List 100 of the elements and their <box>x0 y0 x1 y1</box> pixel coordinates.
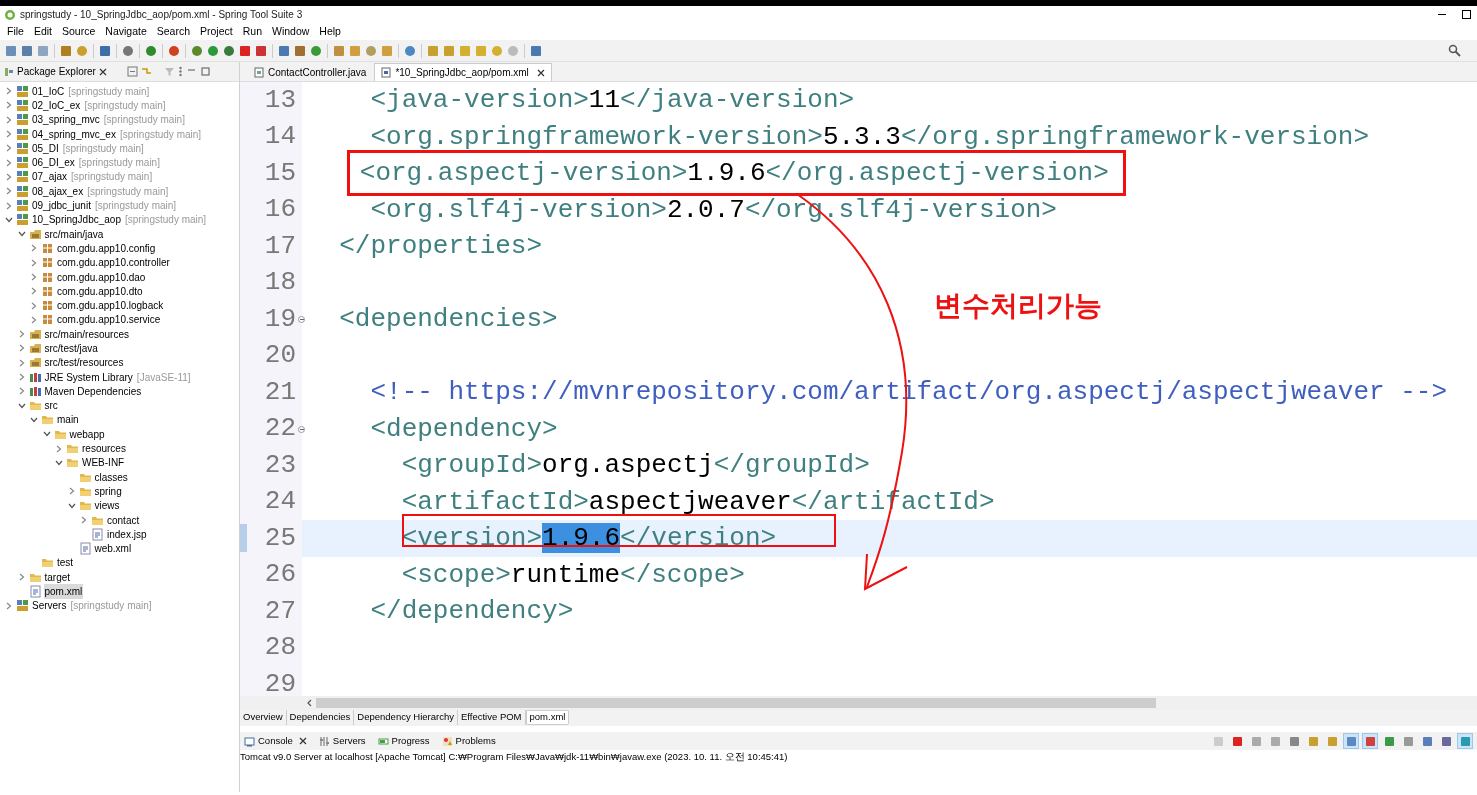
chevron-right-icon[interactable] <box>4 158 14 167</box>
tree-item[interactable]: spring <box>93 483 123 499</box>
console-view-tab[interactable]: Console <box>242 733 309 749</box>
tree-item[interactable]: target <box>43 569 72 585</box>
tree-item[interactable]: com.gdu.app10.config <box>56 240 157 256</box>
console-view-tab[interactable]: Progress <box>375 733 432 749</box>
tree-item[interactable]: 01_IoC <box>31 83 66 99</box>
chevron-right-icon[interactable] <box>4 101 14 110</box>
tree-item[interactable]: WEB-INF <box>81 455 126 471</box>
fold-icon[interactable] <box>298 316 305 323</box>
project-icon <box>16 170 29 184</box>
chevron-right-icon[interactable] <box>4 115 14 124</box>
menu-item[interactable]: Search <box>151 23 196 40</box>
menu-item[interactable]: File <box>2 23 29 40</box>
chevron-down-icon[interactable] <box>41 431 52 438</box>
chevron-down-icon[interactable] <box>66 502 77 509</box>
tree-item[interactable]: com.gdu.app10.logback <box>56 298 165 314</box>
editor-tab[interactable]: *10_SpringJdbc_aop/pom.xml <box>374 63 552 81</box>
chevron-right-icon[interactable] <box>4 601 14 610</box>
tree-item[interactable]: 03_spring_mvc <box>31 112 101 128</box>
tree-item[interactable]: resources <box>81 441 127 457</box>
tree-item[interactable]: index.jsp <box>106 526 148 542</box>
restore-button[interactable] <box>1462 10 1471 19</box>
tree-item[interactable]: src/main/java <box>43 226 105 242</box>
chevron-right-icon[interactable] <box>29 258 39 267</box>
tree-item[interactable]: src/main/resources <box>43 326 130 342</box>
chevron-down-icon[interactable] <box>16 231 27 238</box>
tree-item[interactable]: classes <box>93 469 129 485</box>
chevron-right-icon[interactable] <box>29 244 39 253</box>
chevron-right-icon[interactable] <box>4 187 14 196</box>
chevron-down-icon[interactable] <box>16 402 27 409</box>
close-icon[interactable] <box>98 67 107 76</box>
link-editor-icon[interactable] <box>140 66 152 77</box>
pom-editor-tab[interactable]: pom.xml <box>525 710 570 725</box>
search-icon[interactable] <box>1448 44 1461 57</box>
pom-editor-tab[interactable]: Dependencies <box>286 710 355 725</box>
console-view-tab[interactable]: Servers <box>316 733 368 749</box>
chevron-right-icon[interactable] <box>4 172 14 181</box>
tree-item[interactable]: 04_spring_mvc_ex <box>31 126 117 142</box>
tree-item[interactable]: views <box>93 498 121 514</box>
tree-item[interactable]: src <box>43 398 59 414</box>
close-icon[interactable] <box>298 737 307 745</box>
tree-item-tag: [springstudy main] <box>87 183 169 199</box>
maximize-view-icon[interactable] <box>199 66 211 77</box>
console-view-tab[interactable]: Problems <box>439 733 498 749</box>
file-icon <box>254 66 264 78</box>
chevron-right-icon[interactable] <box>4 144 14 153</box>
tree-item[interactable]: com.gdu.app10.service <box>56 312 162 328</box>
chevron-down-icon[interactable] <box>54 459 64 466</box>
menu-item[interactable]: Source <box>57 23 101 40</box>
scrollbar-thumb[interactable] <box>316 698 1156 708</box>
menu-item[interactable]: Edit <box>28 23 57 40</box>
chevron-right-icon[interactable] <box>29 287 39 296</box>
tree-item[interactable]: 07_ajax <box>31 169 69 185</box>
tree-item[interactable]: pom.xml <box>43 584 84 600</box>
chevron-right-icon[interactable] <box>54 444 64 453</box>
menu-item[interactable]: Run <box>237 23 267 40</box>
tree-item[interactable]: Maven Dependencies <box>43 383 143 399</box>
view-menu-icon[interactable] <box>177 66 183 77</box>
tree-item[interactable]: 06_DI_ex <box>31 155 76 171</box>
chevron-right-icon[interactable] <box>29 273 39 281</box>
tree-item[interactable]: Servers <box>31 598 68 614</box>
tree-item[interactable]: 02_IoC_ex <box>31 97 82 113</box>
chevron-right-icon[interactable] <box>79 516 89 525</box>
chevron-right-icon[interactable] <box>4 87 14 96</box>
tree-item[interactable]: contact <box>106 512 141 528</box>
tree-item[interactable]: 10_SpringJdbc_aop <box>31 212 122 228</box>
tree-item[interactable]: 05_DI <box>31 140 60 156</box>
menu-item[interactable]: Window <box>267 23 315 40</box>
pom-editor-tab[interactable]: Effective POM <box>458 710 526 725</box>
chevron-right-icon[interactable] <box>29 315 39 324</box>
tree-item[interactable]: webapp <box>68 426 106 442</box>
tree-item[interactable]: 09_jdbc_junit <box>31 198 92 214</box>
code-line: <scope>runtime</scope> <box>401 560 745 589</box>
line-number: 22 <box>264 412 296 446</box>
tree-item[interactable]: web.xml <box>93 541 133 557</box>
tree-item[interactable]: src/test/resources <box>43 355 125 371</box>
tree-item[interactable]: 08_ajax_ex <box>31 183 85 199</box>
chevron-right-icon[interactable] <box>4 201 14 210</box>
tree-item[interactable]: main <box>56 412 80 428</box>
chevron-right-icon[interactable] <box>4 130 14 139</box>
chevron-down-icon[interactable] <box>29 416 39 423</box>
tree-item[interactable]: com.gdu.app10.dto <box>56 283 144 299</box>
tree-item[interactable]: src/test/java <box>43 341 99 356</box>
pom-editor-tab[interactable]: Overview <box>240 710 287 725</box>
menu-item[interactable]: Project <box>195 23 238 40</box>
tree-item[interactable]: test <box>56 555 75 571</box>
tree-item[interactable]: com.gdu.app10.controller <box>56 255 171 271</box>
filter-icon[interactable] <box>163 66 175 77</box>
pom-editor-tab[interactable]: Dependency Hierarchy <box>354 710 458 725</box>
fold-icon[interactable] <box>298 425 305 433</box>
close-icon[interactable] <box>536 68 545 77</box>
chevron-right-icon[interactable] <box>29 301 39 310</box>
menu-item[interactable]: Navigate <box>100 23 152 40</box>
editor-tab[interactable]: ContactController.java <box>248 63 373 81</box>
chevron-down-icon[interactable] <box>4 216 14 223</box>
collapse-all-icon[interactable] <box>126 66 138 77</box>
tree-item[interactable]: com.gdu.app10.dao <box>56 269 147 285</box>
tree-item[interactable]: JRE System Library <box>43 369 134 385</box>
menu-item[interactable]: Help <box>314 23 346 40</box>
